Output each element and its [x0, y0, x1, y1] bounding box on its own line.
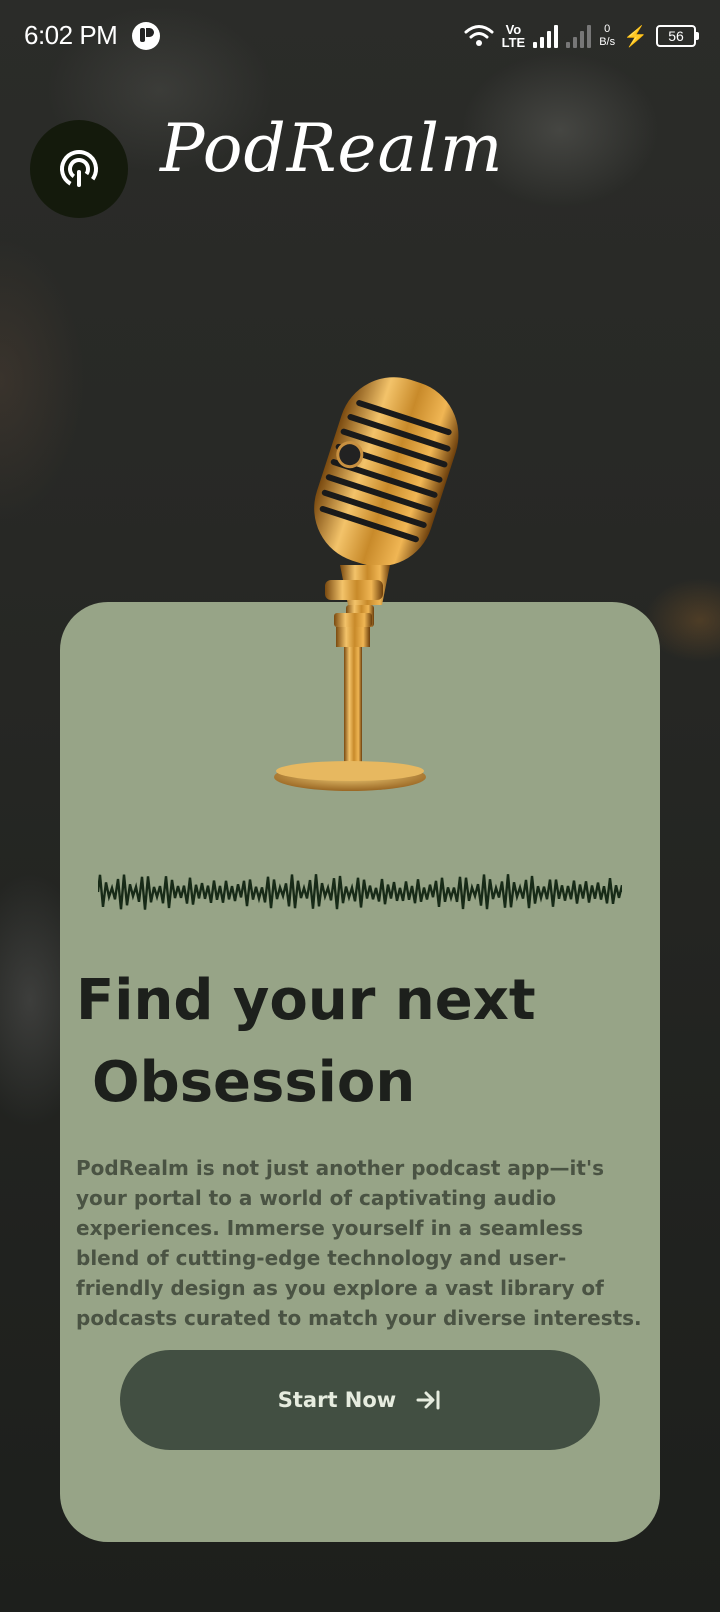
charging-icon: ⚡: [623, 25, 648, 48]
arrow-right-to-line-icon: [416, 1389, 442, 1411]
volte-indicator: Vo LTE: [502, 23, 526, 49]
start-now-label: Start Now: [277, 1388, 397, 1412]
net-speed: 0 B/s: [599, 23, 615, 49]
wifi-icon: [464, 25, 494, 46]
title-line-2: Obsession: [92, 1050, 416, 1115]
net-speed-unit: B/s: [599, 36, 616, 48]
app-logo: [30, 120, 128, 218]
battery-icon: 56: [656, 25, 699, 47]
status-time: 6:02 PM: [24, 20, 118, 50]
start-now-button[interactable]: Start Now: [120, 1350, 600, 1450]
app-title: PodRealm: [160, 110, 504, 187]
title-line-1: Find your next: [76, 968, 536, 1033]
status-bar: 6:02 PM Vo LTE 0 B/s ⚡ 56: [0, 0, 720, 72]
signal-secondary-icon: [566, 24, 592, 48]
volte-bottom: LTE: [501, 35, 526, 50]
net-speed-value: 0: [604, 23, 611, 35]
audio-waveform: [98, 874, 622, 910]
page-title: Find your next Obsession: [76, 960, 636, 1124]
signal-icon: [533, 24, 559, 48]
app-description: PodRealm is not just another podcast app…: [76, 1156, 642, 1330]
microphone-illustration: [274, 377, 459, 791]
notification-app-icon: [132, 22, 160, 50]
status-icons: Vo LTE 0 B/s ⚡ 56: [464, 18, 699, 54]
podcast-icon: [60, 150, 98, 188]
